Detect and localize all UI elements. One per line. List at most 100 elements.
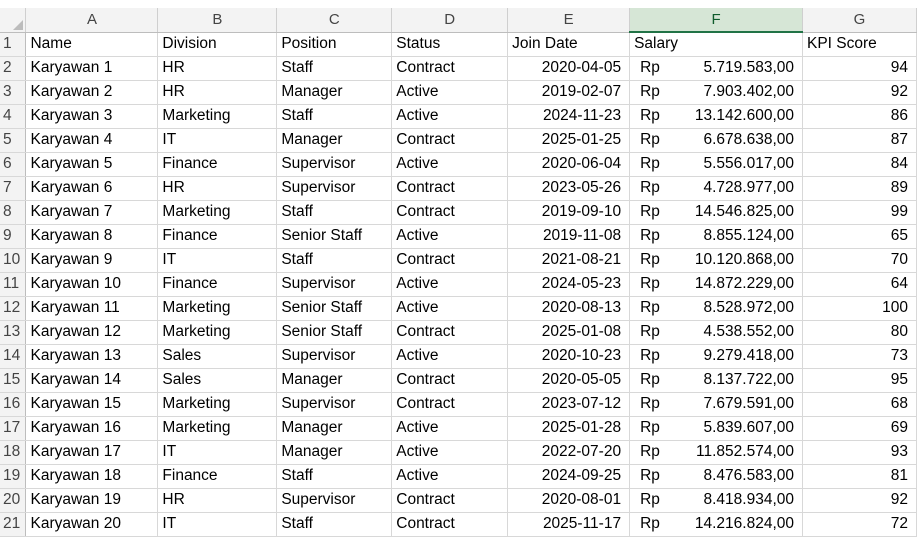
cell-salary[interactable]: Rp 8.137.722,00 bbox=[629, 368, 803, 393]
cell-join-date[interactable]: 2024-05-23 bbox=[507, 272, 631, 297]
cell-division[interactable]: Marketing bbox=[157, 392, 278, 417]
cell-position[interactable]: Manager bbox=[276, 416, 393, 441]
cell-status[interactable]: Active bbox=[391, 272, 509, 297]
cell-division[interactable]: Marketing bbox=[157, 416, 278, 441]
cell-division[interactable]: Marketing bbox=[157, 296, 278, 321]
cell-division[interactable]: IT bbox=[157, 248, 278, 273]
cell-kpi-score[interactable]: 87 bbox=[802, 128, 917, 153]
cell-position[interactable]: Manager bbox=[276, 80, 393, 105]
cell-kpi-score[interactable]: 80 bbox=[802, 320, 917, 345]
cell-status[interactable]: Contract bbox=[391, 392, 509, 417]
cell-name[interactable]: Karyawan 11 bbox=[25, 296, 159, 321]
cell-salary[interactable]: Rp 5.839.607,00 bbox=[629, 416, 803, 441]
column-header-e[interactable]: E bbox=[507, 8, 631, 33]
cell-kpi-score[interactable]: 64 bbox=[802, 272, 917, 297]
cell-join-date[interactable]: 2019-02-07 bbox=[507, 80, 631, 105]
cell-name[interactable]: Karyawan 8 bbox=[25, 224, 159, 249]
cell-position[interactable]: Staff bbox=[276, 464, 393, 489]
row-header[interactable]: 6 bbox=[0, 152, 27, 177]
row-header[interactable]: 17 bbox=[0, 416, 27, 441]
cell-g1-kpi-header[interactable]: KPI Score bbox=[802, 32, 917, 57]
column-header-g[interactable]: G bbox=[802, 8, 917, 33]
cell-salary[interactable]: Rp 4.538.552,00 bbox=[629, 320, 803, 345]
cell-salary[interactable]: Rp 9.279.418,00 bbox=[629, 344, 803, 369]
row-header[interactable]: 18 bbox=[0, 440, 27, 465]
cell-division[interactable]: Finance bbox=[157, 224, 278, 249]
cell-division[interactable]: Finance bbox=[157, 464, 278, 489]
cell-status[interactable]: Active bbox=[391, 416, 509, 441]
cell-division[interactable]: Finance bbox=[157, 152, 278, 177]
cell-kpi-score[interactable]: 95 bbox=[802, 368, 917, 393]
cell-join-date[interactable]: 2025-01-25 bbox=[507, 128, 631, 153]
cell-status[interactable]: Contract bbox=[391, 368, 509, 393]
cell-join-date[interactable]: 2020-06-04 bbox=[507, 152, 631, 177]
row-header[interactable]: 19 bbox=[0, 464, 27, 489]
cell-join-date[interactable]: 2020-08-13 bbox=[507, 296, 631, 321]
cell-name[interactable]: Karyawan 20 bbox=[25, 512, 159, 537]
cell-position[interactable]: Staff bbox=[276, 104, 393, 129]
cell-kpi-score[interactable]: 65 bbox=[802, 224, 917, 249]
cell-status[interactable]: Contract bbox=[391, 56, 509, 81]
cell-join-date[interactable]: 2019-09-10 bbox=[507, 200, 631, 225]
cell-kpi-score[interactable]: 69 bbox=[802, 416, 917, 441]
cell-name[interactable]: Karyawan 7 bbox=[25, 200, 159, 225]
cell-status[interactable]: Contract bbox=[391, 320, 509, 345]
cell-position[interactable]: Staff bbox=[276, 512, 393, 537]
cell-division[interactable]: HR bbox=[157, 56, 278, 81]
cell-join-date[interactable]: 2020-04-05 bbox=[507, 56, 631, 81]
cell-name[interactable]: Karyawan 1 bbox=[25, 56, 159, 81]
cell-position[interactable]: Supervisor bbox=[276, 488, 393, 513]
cell-division[interactable]: Sales bbox=[157, 344, 278, 369]
cell-name[interactable]: Karyawan 18 bbox=[25, 464, 159, 489]
cell-position[interactable]: Supervisor bbox=[276, 344, 393, 369]
cell-salary[interactable]: Rp 4.728.977,00 bbox=[629, 176, 803, 201]
cell-salary[interactable]: Rp 5.556.017,00 bbox=[629, 152, 803, 177]
cell-name[interactable]: Karyawan 14 bbox=[25, 368, 159, 393]
row-header[interactable]: 21 bbox=[0, 512, 27, 537]
row-header[interactable]: 5 bbox=[0, 128, 27, 153]
cell-b1-division-header[interactable]: Division bbox=[157, 32, 278, 57]
cell-salary[interactable]: Rp 7.679.591,00 bbox=[629, 392, 803, 417]
cell-position[interactable]: Staff bbox=[276, 248, 393, 273]
cell-name[interactable]: Karyawan 10 bbox=[25, 272, 159, 297]
cell-kpi-score[interactable]: 99 bbox=[802, 200, 917, 225]
cell-division[interactable]: IT bbox=[157, 128, 278, 153]
cell-salary[interactable]: Rp 8.855.124,00 bbox=[629, 224, 803, 249]
row-header[interactable]: 15 bbox=[0, 368, 27, 393]
row-header[interactable]: 3 bbox=[0, 80, 27, 105]
cell-salary[interactable]: Rp 14.872.229,00 bbox=[629, 272, 803, 297]
cell-name[interactable]: Karyawan 3 bbox=[25, 104, 159, 129]
cell-kpi-score[interactable]: 92 bbox=[802, 488, 917, 513]
cell-position[interactable]: Manager bbox=[276, 368, 393, 393]
cell-position[interactable]: Senior Staff bbox=[276, 320, 393, 345]
cell-a1-name-header[interactable]: Name bbox=[25, 32, 159, 57]
cell-status[interactable]: Active bbox=[391, 224, 509, 249]
cell-kpi-score[interactable]: 84 bbox=[802, 152, 917, 177]
cell-division[interactable]: Marketing bbox=[157, 104, 278, 129]
cell-division[interactable]: HR bbox=[157, 80, 278, 105]
cell-join-date[interactable]: 2019-11-08 bbox=[507, 224, 631, 249]
row-header[interactable]: 14 bbox=[0, 344, 27, 369]
row-header[interactable]: 10 bbox=[0, 248, 27, 273]
cell-status[interactable]: Contract bbox=[391, 512, 509, 537]
column-header-f[interactable]: F bbox=[629, 8, 803, 33]
cell-salary[interactable]: Rp 14.546.825,00 bbox=[629, 200, 803, 225]
cell-salary[interactable]: Rp 11.852.574,00 bbox=[629, 440, 803, 465]
column-header-a[interactable]: A bbox=[25, 8, 159, 33]
cell-salary[interactable]: Rp 7.903.402,00 bbox=[629, 80, 803, 105]
cell-status[interactable]: Active bbox=[391, 344, 509, 369]
cell-name[interactable]: Karyawan 12 bbox=[25, 320, 159, 345]
cell-kpi-score[interactable]: 81 bbox=[802, 464, 917, 489]
cell-name[interactable]: Karyawan 5 bbox=[25, 152, 159, 177]
cell-position[interactable]: Staff bbox=[276, 200, 393, 225]
cell-join-date[interactable]: 2023-07-12 bbox=[507, 392, 631, 417]
cell-position[interactable]: Supervisor bbox=[276, 176, 393, 201]
row-header[interactable]: 9 bbox=[0, 224, 27, 249]
cell-position[interactable]: Senior Staff bbox=[276, 224, 393, 249]
cell-join-date[interactable]: 2025-11-17 bbox=[507, 512, 631, 537]
cell-join-date[interactable]: 2022-07-20 bbox=[507, 440, 631, 465]
column-header-d[interactable]: D bbox=[391, 8, 509, 33]
cell-name[interactable]: Karyawan 16 bbox=[25, 416, 159, 441]
select-all-corner[interactable] bbox=[0, 8, 27, 33]
cell-salary[interactable]: Rp 8.418.934,00 bbox=[629, 488, 803, 513]
